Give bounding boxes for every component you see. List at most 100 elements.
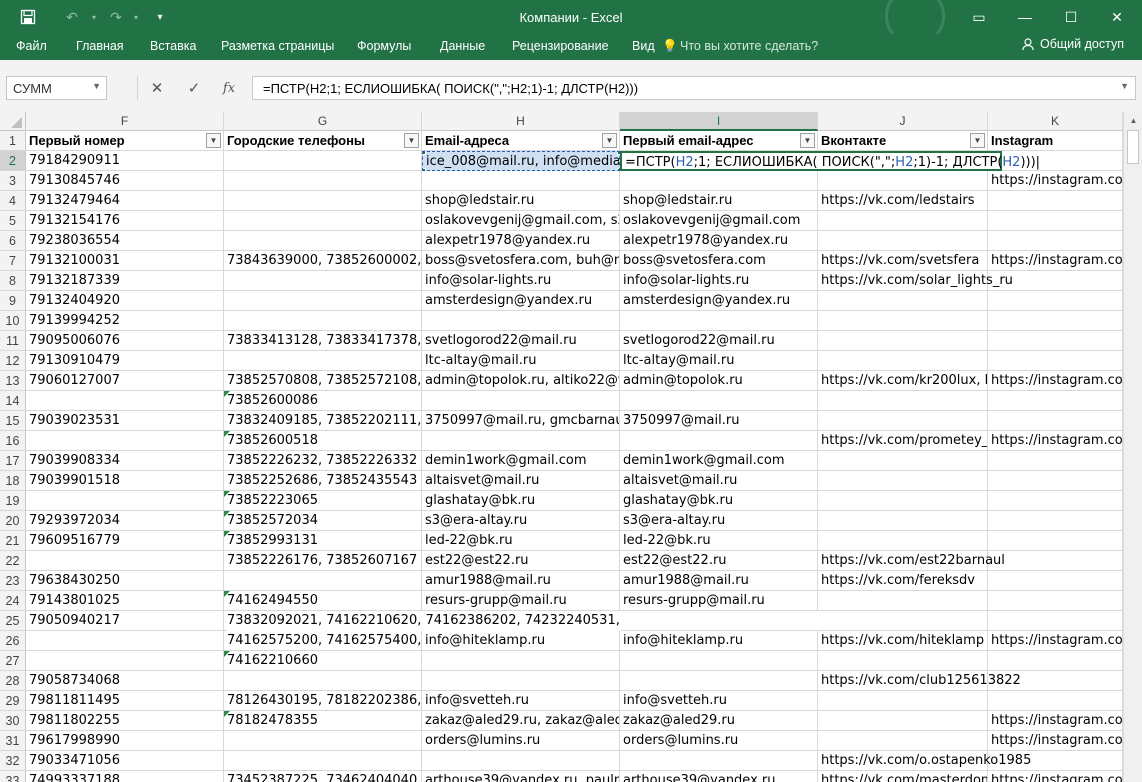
row-header[interactable]: 33: [0, 771, 26, 782]
row-header[interactable]: 31: [0, 731, 26, 751]
cell-h[interactable]: [422, 431, 620, 451]
cell-h[interactable]: [422, 171, 620, 191]
cell-g[interactable]: [224, 351, 422, 371]
name-box[interactable]: СУММ ▼: [6, 76, 107, 100]
cell-g[interactable]: 73852223065: [224, 491, 422, 511]
cell-h[interactable]: glashatay@bk.ru: [422, 491, 620, 511]
cell-g[interactable]: 78126430195, 78182202386, 7818: [224, 691, 422, 711]
row-header[interactable]: 29: [0, 691, 26, 711]
cell-j[interactable]: [818, 731, 988, 751]
row-header[interactable]: 10: [0, 311, 26, 331]
cell-j[interactable]: https://vk.com/prometey_: [818, 431, 988, 451]
cell-h[interactable]: resurs-grupp@mail.ru: [422, 591, 620, 611]
cell-k[interactable]: https://instagram.co: [988, 711, 1123, 731]
cell-i[interactable]: shop@ledstair.ru: [620, 191, 818, 211]
cell-j[interactable]: https://vk.com/fereksdv: [818, 571, 988, 591]
header-cell-h[interactable]: Email-адреса ▼: [422, 131, 620, 151]
cell-k[interactable]: [988, 271, 1123, 291]
chevron-down-icon[interactable]: ▼: [92, 81, 101, 91]
cell-f[interactable]: 79132479464: [26, 191, 224, 211]
row-header[interactable]: 1: [0, 131, 26, 151]
cell-j[interactable]: https://vk.com/solar_lights_ru: [818, 271, 1013, 291]
cell-g[interactable]: 73833413128, 73833417378, 7383: [224, 331, 422, 351]
header-cell-g[interactable]: Городские телефоны ▼: [224, 131, 422, 151]
tab-file[interactable]: Файл: [16, 39, 47, 53]
row-header[interactable]: 32: [0, 751, 26, 771]
cell-f[interactable]: 79132154176: [26, 211, 224, 231]
cell-h[interactable]: altaisvet@mail.ru: [422, 471, 620, 491]
cell-g[interactable]: [224, 571, 422, 591]
cell-g[interactable]: [224, 311, 422, 331]
cell-f[interactable]: 79293972034: [26, 511, 224, 531]
cell-h[interactable]: amsterdesign@yandex.ru: [422, 291, 620, 311]
cell-g[interactable]: 73832092021, 74162210620, 74162386202, 7…: [224, 611, 621, 631]
cell-h[interactable]: info@svetteh.ru: [422, 691, 620, 711]
cell-k[interactable]: [988, 751, 1123, 771]
error-indicator-icon[interactable]: [224, 591, 230, 597]
cell-f[interactable]: 79033471056: [26, 751, 224, 771]
cell-f[interactable]: 79039908334: [26, 451, 224, 471]
cell-h[interactable]: boss@svetosfera.com, buh@ne: [422, 251, 620, 271]
cell-k[interactable]: [988, 451, 1123, 471]
row-header[interactable]: 2: [0, 151, 26, 171]
cell-j[interactable]: [818, 451, 988, 471]
cell-f[interactable]: 79130845746: [26, 171, 224, 191]
cell-i[interactable]: oslakovevgenij@gmail.com: [620, 211, 818, 231]
cell-k[interactable]: [988, 691, 1123, 711]
cell-i[interactable]: info@hiteklamp.ru: [620, 631, 818, 651]
cell-k[interactable]: [988, 351, 1123, 371]
header-cell-k[interactable]: Instagram: [988, 131, 1123, 151]
ribbon-display-options-button[interactable]: ▭: [956, 0, 1002, 34]
cell-j[interactable]: https://vk.com/club125613822: [818, 671, 1021, 691]
cell-h[interactable]: zakaz@aled29.ru, zakaz@aledsp: [422, 711, 620, 731]
cell-g[interactable]: [224, 751, 422, 771]
cell-h[interactable]: orders@lumins.ru: [422, 731, 620, 751]
select-all-corner[interactable]: [0, 112, 26, 131]
cell-h[interactable]: [422, 651, 620, 671]
cell-i[interactable]: [620, 311, 818, 331]
scrollbar-thumb[interactable]: [1127, 130, 1139, 164]
cell-j[interactable]: [818, 171, 988, 191]
cell-h[interactable]: demin1work@gmail.com: [422, 451, 620, 471]
cell-k[interactable]: https://instagram.co: [988, 731, 1123, 751]
cell-j[interactable]: [818, 611, 988, 631]
cell-f[interactable]: 79617998990: [26, 731, 224, 751]
cell-i[interactable]: alexpetr1978@yandex.ru: [620, 231, 818, 251]
cell-g[interactable]: 73852226176, 73852607167: [224, 551, 422, 571]
cell-f[interactable]: [26, 551, 224, 571]
cell-f[interactable]: 79139994252: [26, 311, 224, 331]
cell-i[interactable]: altaisvet@mail.ru: [620, 471, 818, 491]
minimize-button[interactable]: —: [1002, 0, 1048, 34]
cell-k[interactable]: [988, 651, 1123, 671]
cell-f[interactable]: 79143801025: [26, 591, 224, 611]
cell-h[interactable]: arthouse39@yandex.ru, paulma: [422, 771, 620, 782]
cell-f[interactable]: 79184290911: [26, 151, 224, 171]
filter-dropdown-icon[interactable]: ▼: [404, 133, 419, 148]
cell-k[interactable]: [988, 211, 1123, 231]
cell-i[interactable]: [620, 391, 818, 411]
cell-f[interactable]: 79130910479: [26, 351, 224, 371]
cell-j[interactable]: [818, 711, 988, 731]
row-header[interactable]: 30: [0, 711, 26, 731]
row-header[interactable]: 9: [0, 291, 26, 311]
filter-dropdown-icon[interactable]: ▼: [970, 133, 985, 148]
cell-k[interactable]: https://instagram.co: [988, 371, 1123, 391]
cell-k[interactable]: [988, 411, 1123, 431]
row-header[interactable]: 4: [0, 191, 26, 211]
row-header[interactable]: 21: [0, 531, 26, 551]
referenced-cell-h2[interactable]: ice_008@mail.ru, info@mediart: [422, 151, 620, 171]
cell-g[interactable]: [224, 191, 422, 211]
cell-j[interactable]: [818, 531, 988, 551]
cell-j[interactable]: https://vk.com/o.ostapenko1985: [818, 751, 1031, 771]
cell-h[interactable]: 3750997@mail.ru, gmcbarnaul@: [422, 411, 620, 431]
cell-f[interactable]: [26, 431, 224, 451]
cell-i[interactable]: amsterdesign@yandex.ru: [620, 291, 818, 311]
tab-view[interactable]: Вид: [632, 39, 655, 53]
maximize-button[interactable]: ☐: [1048, 0, 1094, 34]
row-header[interactable]: 6: [0, 231, 26, 251]
cell-h[interactable]: led-22@bk.ru: [422, 531, 620, 551]
row-header[interactable]: 27: [0, 651, 26, 671]
cell-g[interactable]: [224, 731, 422, 751]
cell-k[interactable]: https://instagram.co: [988, 251, 1123, 271]
tell-me-search[interactable]: Что вы хотите сделать?: [680, 39, 818, 53]
